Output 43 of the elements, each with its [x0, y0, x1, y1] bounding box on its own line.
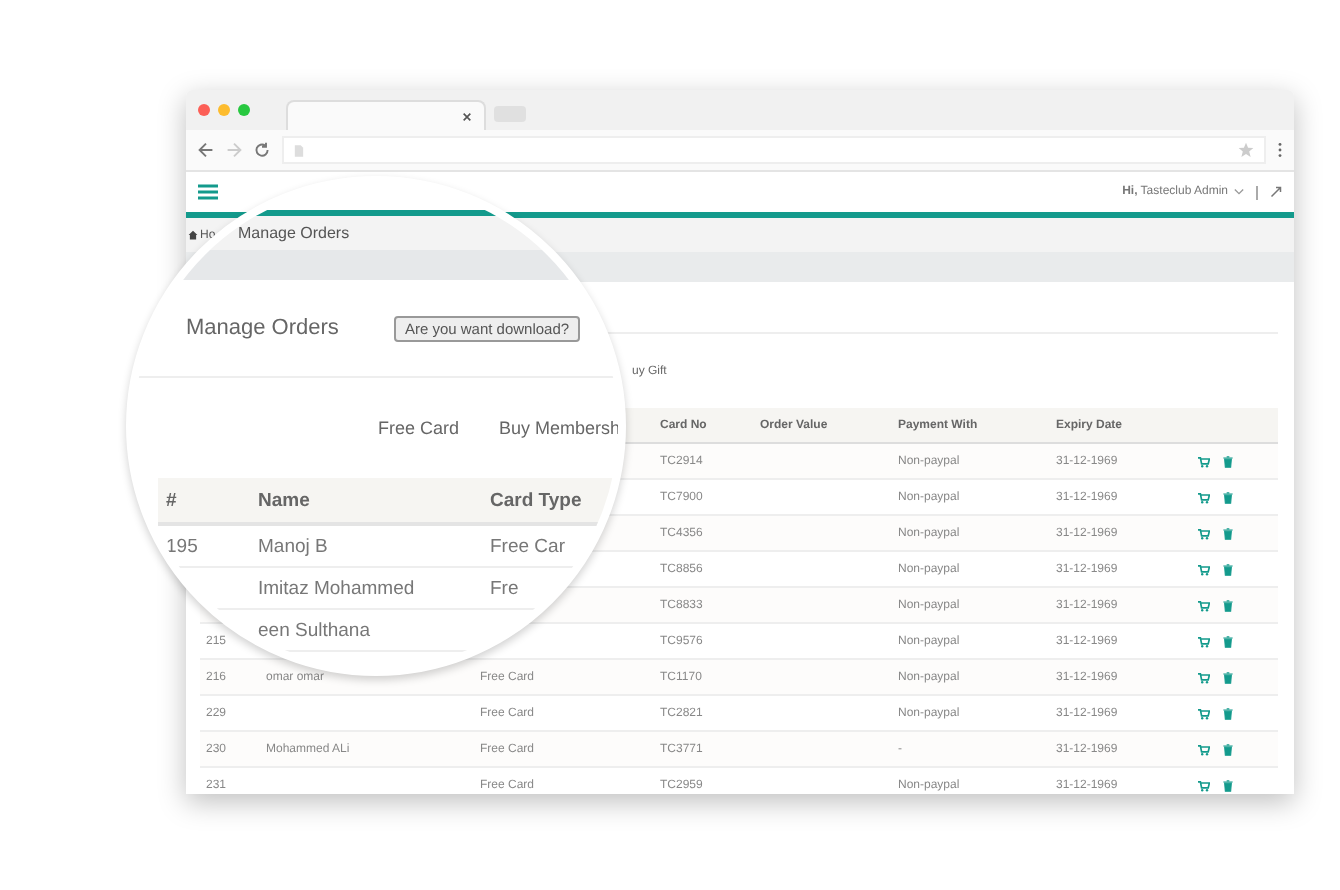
- cart-icon[interactable]: [1198, 635, 1210, 647]
- column-header: Card Type: [490, 489, 584, 511]
- table-cell-text: 195: [164, 535, 200, 557]
- close-icon[interactable]: [462, 111, 472, 121]
- cart-icon[interactable]: [1198, 527, 1210, 539]
- table-cell-text: Free Car: [490, 535, 567, 557]
- cart-icon[interactable]: [1198, 671, 1210, 683]
- trash-icon[interactable]: [1222, 635, 1234, 647]
- cart-icon[interactable]: [1198, 563, 1210, 575]
- cart-icon[interactable]: [1198, 743, 1210, 755]
- column-header: #: [164, 489, 179, 511]
- table-cell-text: Manoj B: [258, 535, 330, 557]
- trash-icon[interactable]: [1222, 491, 1234, 503]
- trash-icon[interactable]: [1222, 779, 1234, 791]
- trash-icon[interactable]: [1222, 707, 1234, 719]
- page-title: Manage Orders: [186, 316, 339, 340]
- cart-icon[interactable]: [1198, 491, 1210, 503]
- cart-icon[interactable]: [1198, 455, 1210, 467]
- page-icon: [294, 143, 304, 157]
- cart-icon[interactable]: [1198, 779, 1210, 791]
- menu-icon[interactable]: [198, 184, 218, 200]
- home-icon: [188, 230, 198, 240]
- table-cell-text: een Sulthana: [258, 619, 372, 641]
- cart-icon[interactable]: [1198, 707, 1210, 719]
- caret-icon[interactable]: [1234, 188, 1244, 196]
- expand-icon[interactable]: [1270, 186, 1282, 198]
- trash-icon[interactable]: [1222, 743, 1234, 755]
- cart-icon[interactable]: [1198, 599, 1210, 611]
- close-window-icon[interactable]: [198, 104, 210, 116]
- star-icon[interactable]: [1238, 142, 1254, 158]
- reload-icon[interactable]: [254, 142, 270, 158]
- table-cell-text: Fre: [490, 577, 521, 599]
- breadcrumb-text: Manage Orders: [238, 224, 350, 242]
- trash-icon[interactable]: [1222, 455, 1234, 467]
- trash-icon[interactable]: [1222, 563, 1234, 575]
- trash-icon[interactable]: [1222, 599, 1234, 611]
- maximize-window-icon[interactable]: [238, 104, 250, 116]
- column-header: Name: [258, 489, 312, 511]
- trash-icon[interactable]: [1222, 527, 1234, 539]
- table-cell-text: Imitaz Mohammed: [258, 577, 417, 599]
- back-icon[interactable]: [198, 142, 214, 158]
- page-tab[interactable]: Free Card: [378, 418, 460, 438]
- trash-icon[interactable]: [1222, 671, 1234, 683]
